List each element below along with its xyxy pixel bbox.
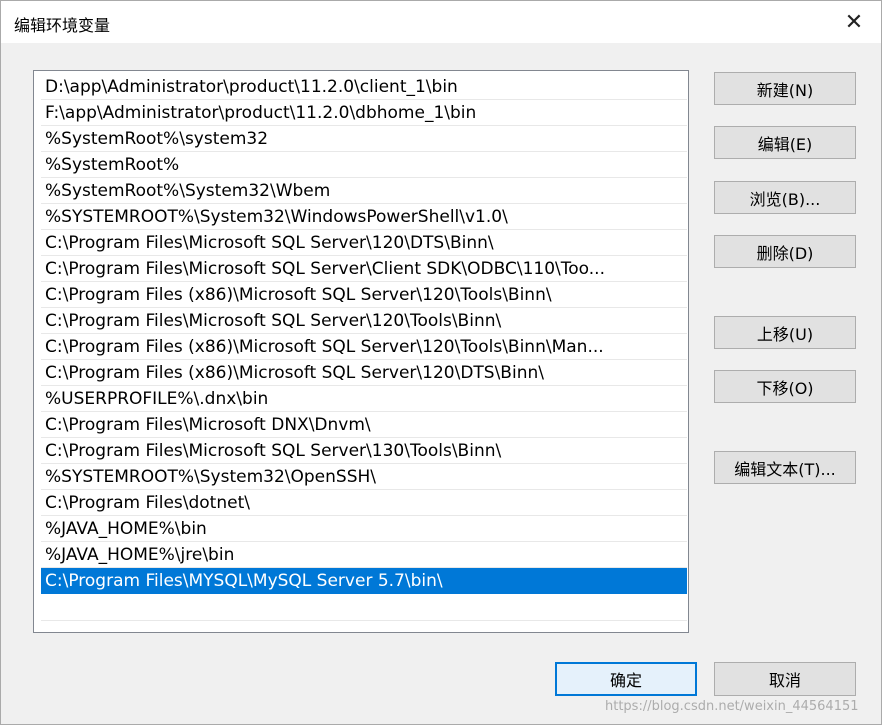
list-item[interactable]: %JAVA_HOME%\bin [41,516,687,542]
path-list[interactable]: D:\app\Administrator\product\11.2.0\clie… [33,70,689,633]
edit-button[interactable]: 编辑(E) [714,126,856,159]
ok-button[interactable]: 确定 [555,662,697,696]
list-item[interactable]: %SystemRoot% [41,152,687,178]
list-item[interactable]: C:\Program Files\dotnet\ [41,490,687,516]
list-item[interactable]: F:\app\Administrator\product\11.2.0\dbho… [41,100,687,126]
list-item[interactable]: %JAVA_HOME%\jre\bin [41,542,687,568]
list-item[interactable]: C:\Program Files (x86)\Microsoft SQL Ser… [41,360,687,386]
list-item-selected[interactable]: C:\Program Files\MYSQL\MySQL Server 5.7\… [41,568,687,594]
dialog-title: 编辑环境变量 [14,16,111,35]
list-item[interactable]: C:\Program Files\Microsoft SQL Server\12… [41,308,687,334]
cancel-button[interactable]: 取消 [714,662,856,696]
move-down-button[interactable]: 下移(O) [714,370,856,403]
empty-list-row[interactable] [41,594,687,621]
list-item[interactable]: %SYSTEMROOT%\System32\WindowsPowerShell\… [41,204,687,230]
title-bar: 编辑环境变量 ✕ [1,1,881,43]
move-up-button[interactable]: 上移(U) [714,316,856,349]
list-item[interactable]: D:\app\Administrator\product\11.2.0\clie… [41,74,687,100]
list-item[interactable]: C:\Program Files\Microsoft SQL Server\12… [41,230,687,256]
close-icon[interactable]: ✕ [835,5,873,39]
list-item[interactable]: %USERPROFILE%\.dnx\bin [41,386,687,412]
browse-button[interactable]: 浏览(B)... [714,181,856,214]
list-item[interactable]: %SYSTEMROOT%\System32\OpenSSH\ [41,464,687,490]
edit-environment-variable-dialog: 编辑环境变量 ✕ D:\app\Administrator\product\11… [0,0,882,725]
list-item[interactable]: %SystemRoot%\System32\Wbem [41,178,687,204]
delete-button[interactable]: 删除(D) [714,235,856,268]
list-item[interactable]: C:\Program Files\Microsoft SQL Server\13… [41,438,687,464]
list-item[interactable]: C:\Program Files (x86)\Microsoft SQL Ser… [41,282,687,308]
watermark: https://blog.csdn.net/weixin_44564151 [605,699,859,714]
list-item[interactable]: %SystemRoot%\system32 [41,126,687,152]
list-item[interactable]: C:\Program Files (x86)\Microsoft SQL Ser… [41,334,687,360]
list-item[interactable]: C:\Program Files\Microsoft SQL Server\Cl… [41,256,687,282]
new-button[interactable]: 新建(N) [714,72,856,105]
list-item[interactable]: C:\Program Files\Microsoft DNX\Dnvm\ [41,412,687,438]
edit-text-button[interactable]: 编辑文本(T)... [714,451,856,484]
